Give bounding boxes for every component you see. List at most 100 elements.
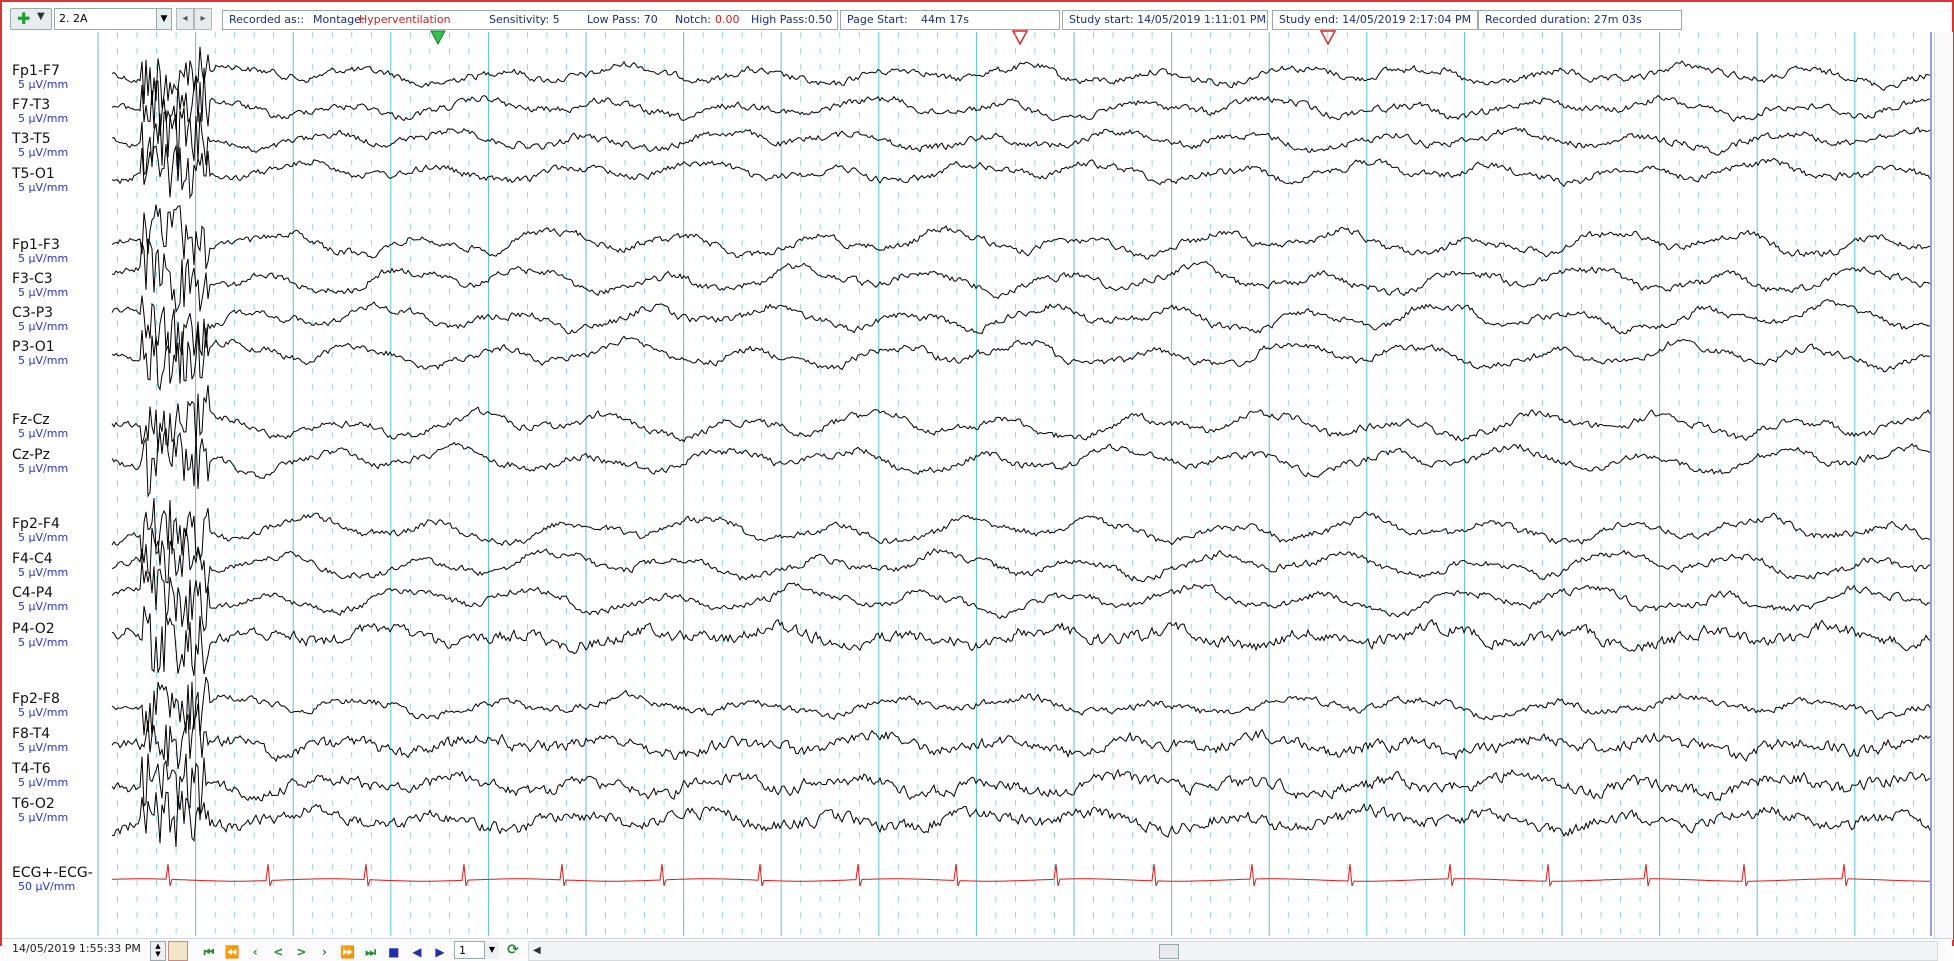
- page-start-label: Page Start:: [847, 13, 908, 26]
- rewind-icon[interactable]: ⏪: [223, 943, 241, 961]
- chevron-down-icon: ▼: [37, 11, 45, 22]
- recording-settings-panel: Recorded as:: Montage: Hyperventilation …: [222, 10, 838, 30]
- channel-label[interactable]: Fz-Cz 5 µV/mm: [12, 413, 112, 440]
- channel-sensitivity: 5 µV/mm: [18, 776, 69, 789]
- recorded-duration: Recorded duration: 27m 03s: [1485, 13, 1642, 26]
- sensitivity-label: Sensitivity: 5: [489, 13, 560, 26]
- channel-name: T5-O1: [12, 166, 55, 182]
- channel-label[interactable]: T4-T6 5 µV/mm: [12, 762, 112, 789]
- eeg-trace: [111, 67, 1931, 136]
- page-forward-icon[interactable]: ›: [315, 943, 333, 961]
- vertical-scrollbar[interactable]: [1934, 32, 1953, 940]
- channel-sensitivity: 5 µV/mm: [18, 600, 69, 613]
- horizontal-scrollbar[interactable]: ◀: [528, 941, 1938, 961]
- add-montage-button[interactable]: ✚ ▼: [10, 8, 52, 30]
- channel-name: P4-O2: [12, 621, 55, 637]
- montage-label: Montage:: [313, 13, 365, 26]
- channel-sensitivity: 5 µV/mm: [18, 252, 69, 265]
- channel-sensitivity: 5 µV/mm: [18, 146, 69, 159]
- channel-label[interactable]: F8-T4 5 µV/mm: [12, 727, 112, 754]
- channel-label[interactable]: Cz-Pz 5 µV/mm: [12, 448, 112, 475]
- channel-label[interactable]: T6-O2 5 µV/mm: [12, 797, 112, 824]
- page-back-icon[interactable]: ‹: [246, 943, 264, 961]
- prev-montage-button[interactable]: ◂: [176, 8, 194, 30]
- bottom-navigation-bar: 14/05/2019 1:55:33 PM ▲ ▼ ⏮ ⏪ ‹ < > › ⏩ ⏭…: [2, 938, 1952, 961]
- channel-name: C4-P4: [12, 585, 54, 601]
- channel-label[interactable]: ECG+-ECG- 50 µV/mm: [12, 866, 112, 893]
- notch-value: 0.00: [715, 13, 740, 26]
- page-start-value: 44m 17s: [921, 13, 969, 26]
- channel-sensitivity: 5 µV/mm: [18, 181, 69, 194]
- channel-label[interactable]: F3-C3 5 µV/mm: [12, 272, 112, 299]
- channel-label[interactable]: C4-P4 5 µV/mm: [12, 586, 112, 613]
- eeg-trace: [111, 295, 1931, 358]
- fast-forward-icon[interactable]: ⏩: [339, 943, 357, 961]
- step-back-icon[interactable]: <: [269, 943, 287, 961]
- channel-sensitivity: 5 µV/mm: [18, 741, 69, 754]
- eeg-trace: [111, 46, 1931, 108]
- eeg-trace: [111, 428, 1931, 498]
- chevron-down-icon[interactable]: ▼: [156, 9, 171, 29]
- channel-sensitivity: 5 µV/mm: [18, 462, 69, 475]
- channel-name: Fp2-F8: [12, 691, 60, 707]
- plus-icon: ✚: [17, 9, 31, 28]
- channel-label[interactable]: F7-T3 5 µV/mm: [12, 98, 112, 125]
- montage-select-value: 2. 2A: [59, 12, 88, 25]
- step-forward-icon[interactable]: >: [292, 943, 310, 961]
- channel-name: Fp1-F3: [12, 237, 60, 253]
- chevron-down-icon[interactable]: ▼: [484, 941, 499, 959]
- channel-name: T4-T6: [12, 761, 51, 777]
- channel-label[interactable]: F4-C4 5 µV/mm: [12, 552, 112, 579]
- last-page-icon[interactable]: ⏭: [362, 943, 380, 961]
- channel-name: F4-C4: [12, 551, 53, 567]
- channel-label[interactable]: Fp1-F7 5 µV/mm: [12, 64, 112, 91]
- study-end-panel: Study end: 14/05/2019 2:17:04 PM: [1272, 10, 1478, 30]
- eeg-trace: [111, 384, 1931, 452]
- high-pass-label: High Pass:0.50: [751, 13, 833, 26]
- channel-name: T6-O2: [12, 796, 55, 812]
- channel-name: Cz-Pz: [12, 447, 50, 463]
- channel-label[interactable]: Fp2-F8 5 µV/mm: [12, 692, 112, 719]
- stop-icon[interactable]: ■: [385, 943, 403, 961]
- refresh-icon[interactable]: ⟳: [504, 941, 522, 959]
- channel-label[interactable]: C3-P3 5 µV/mm: [12, 306, 112, 333]
- channel-name: ECG+-ECG-: [12, 865, 93, 881]
- eeg-trace: [111, 204, 1931, 270]
- channel-label[interactable]: P3-O1 5 µV/mm: [12, 340, 112, 367]
- scrollbar-thumb[interactable]: [1159, 944, 1179, 959]
- channel-name: F8-T4: [12, 726, 51, 742]
- channel-sensitivity: 5 µV/mm: [18, 320, 69, 333]
- channel-sensitivity: 5 µV/mm: [18, 531, 69, 544]
- eeg-trace: [111, 753, 1931, 821]
- channel-label[interactable]: T3-T5 5 µV/mm: [12, 132, 112, 159]
- channel-sensitivity: 5 µV/mm: [18, 811, 69, 824]
- calendar-icon[interactable]: [168, 941, 188, 961]
- channel-name: F3-C3: [12, 271, 53, 287]
- first-page-icon[interactable]: ⏮: [200, 943, 218, 961]
- channel-sensitivity: 5 µV/mm: [18, 706, 69, 719]
- study-end: Study end: 14/05/2019 2:17:04 PM: [1279, 13, 1472, 26]
- montage-select[interactable]: 2. 2A ▼: [54, 8, 172, 30]
- montage-value: Hyperventilation: [359, 13, 451, 26]
- top-toolbar: ✚ ▼ 2. 2A ▼ ◂ ▸ Recorded as:: Montage: H…: [2, 4, 1952, 30]
- play-icon[interactable]: ▶: [431, 943, 449, 961]
- eeg-trace: [111, 676, 1931, 738]
- study-start: Study start: 14/05/2019 1:11:01 PM: [1069, 13, 1267, 26]
- channel-label[interactable]: P4-O2 5 µV/mm: [12, 622, 112, 649]
- channel-label[interactable]: Fp2-F4 5 µV/mm: [12, 517, 112, 544]
- eeg-trace: [111, 107, 1931, 177]
- window-frame-top: [0, 0, 1954, 2]
- channel-label[interactable]: Fp1-F3 5 µV/mm: [12, 238, 112, 265]
- channel-name: P3-O1: [12, 339, 55, 355]
- notch-label: Notch:: [675, 13, 711, 26]
- play-reverse-icon[interactable]: ◀: [408, 943, 426, 961]
- eeg-waveform-area[interactable]: [0, 32, 1934, 938]
- eeg-trace: [111, 790, 1931, 848]
- channel-name: Fp2-F4: [12, 516, 60, 532]
- scroll-left-icon[interactable]: ◀: [533, 942, 541, 960]
- eeg-trace: [111, 703, 1931, 770]
- time-spinner[interactable]: ▲ ▼: [150, 941, 166, 961]
- next-montage-button[interactable]: ▸: [194, 8, 212, 30]
- channel-sensitivity: 5 µV/mm: [18, 286, 69, 299]
- channel-label[interactable]: T5-O1 5 µV/mm: [12, 167, 112, 194]
